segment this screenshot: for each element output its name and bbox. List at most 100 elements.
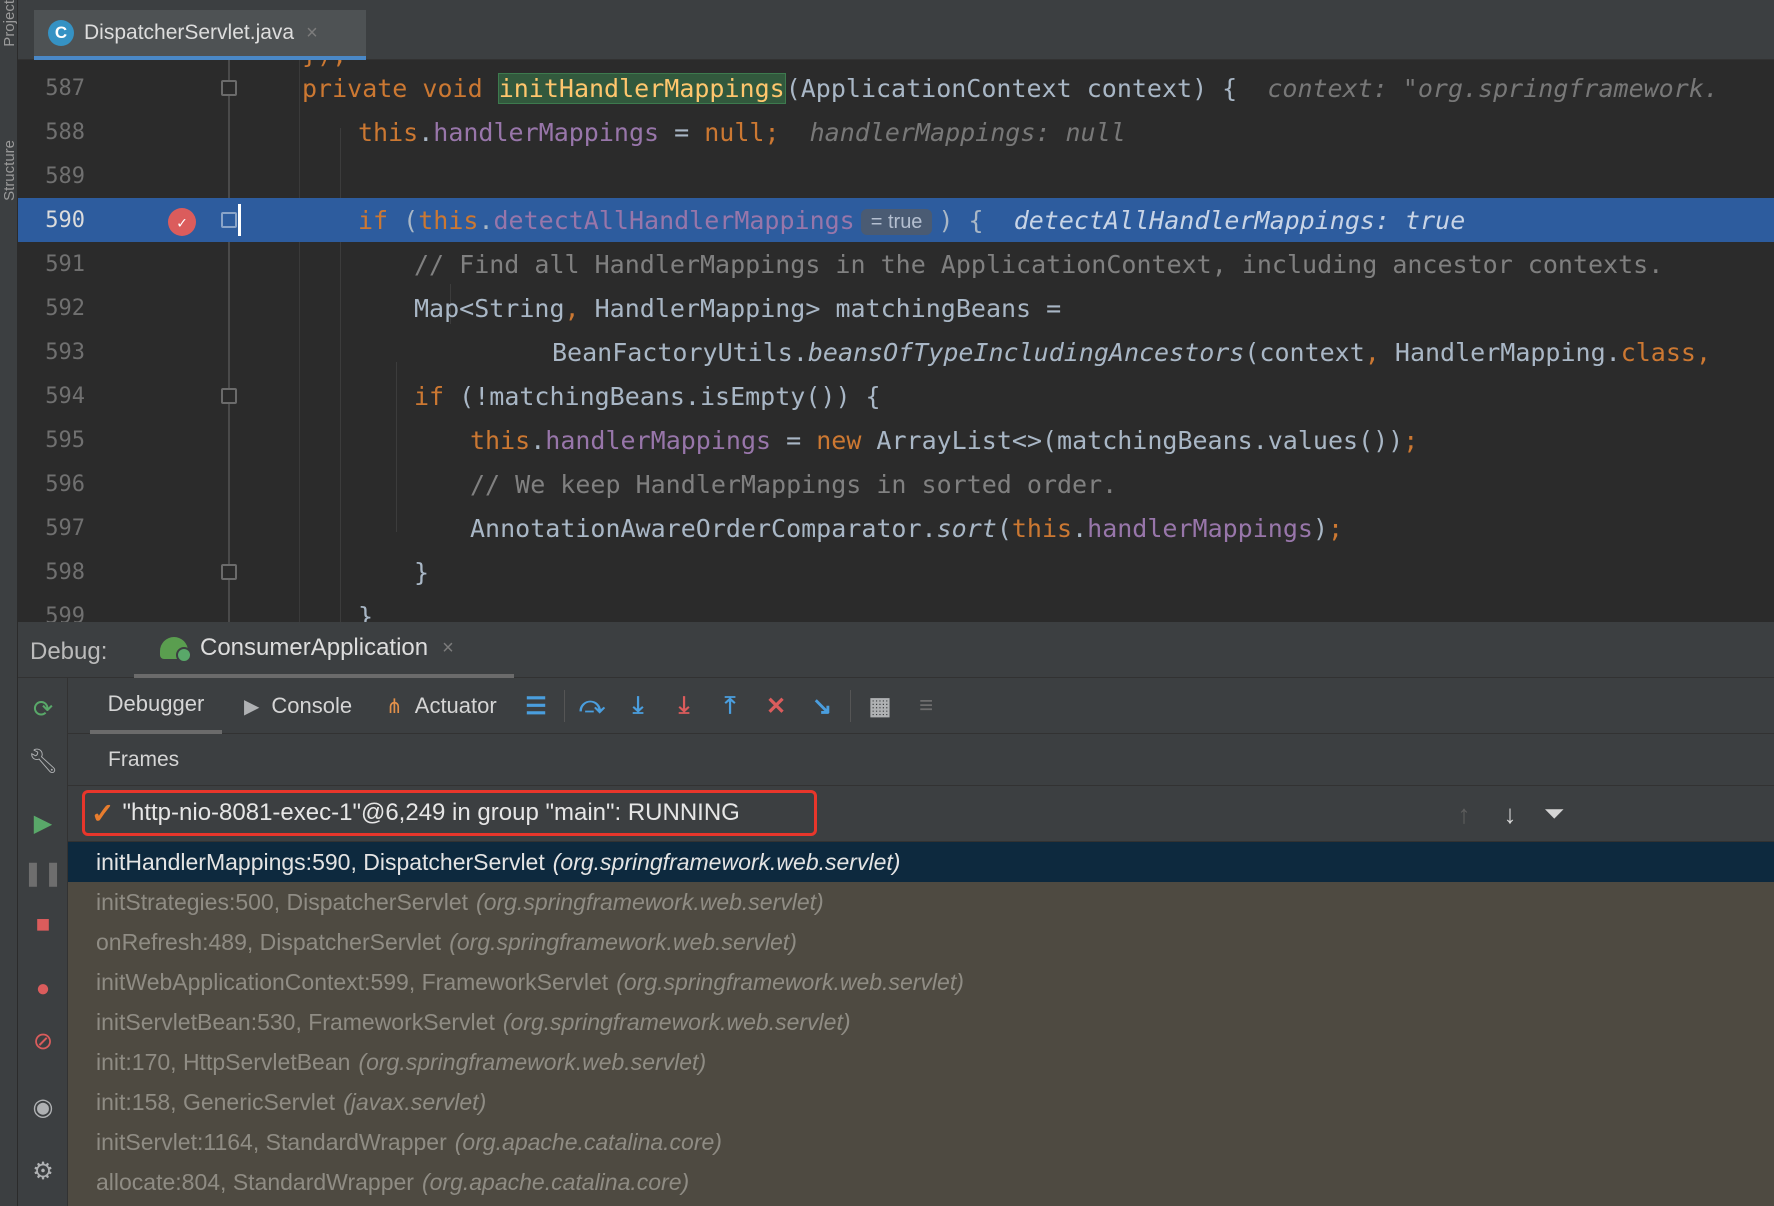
- code-text: private void initHandlerMappings(Applica…: [302, 73, 1719, 104]
- code-line: 592 Map<String, HandlerMapping> matching…: [18, 286, 1774, 330]
- check-icon: ✓: [91, 797, 115, 829]
- frame-row[interactable]: initHandlerMappings:590, DispatcherServl…: [68, 842, 1774, 882]
- step-over-icon[interactable]: ⤼: [576, 690, 608, 722]
- frame-row[interactable]: initWebApplicationContext:599, Framework…: [68, 962, 1774, 1002]
- line-number: 589: [45, 164, 85, 189]
- tab-debugger[interactable]: Debugger: [90, 678, 222, 734]
- fold-icon[interactable]: [221, 388, 237, 404]
- trace-icon[interactable]: ≡: [910, 690, 942, 722]
- frame-method: initStrategies:500, DispatcherServlet: [96, 888, 469, 915]
- view-breakpoints-icon[interactable]: ●: [26, 972, 60, 1006]
- thread-highlight-box[interactable]: ✓ "http-nio-8081-exec-1"@6,249 in group …: [82, 790, 817, 836]
- line-number: 596: [45, 472, 85, 497]
- line-number: 591: [45, 252, 85, 277]
- toolbar-separator: [564, 690, 565, 722]
- arrow-down-icon[interactable]: ↓: [1494, 798, 1526, 830]
- code-line: 598 }: [18, 550, 1774, 594]
- spring-app-icon: [160, 637, 192, 663]
- run-to-cursor-icon[interactable]: ↘: [806, 690, 838, 722]
- line-number: 593: [45, 340, 85, 365]
- breakpoint-icon[interactable]: ✓: [168, 208, 196, 236]
- code-text: if (this.detectAllHandlerMappings = true)…: [358, 206, 1466, 235]
- resume-icon[interactable]: ▶: [26, 806, 60, 840]
- code-line: 597 AnnotationAwareOrderComparator.sort(…: [18, 506, 1774, 550]
- frame-method: initHandlerMappings:590, DispatcherServl…: [96, 848, 545, 875]
- camera-icon[interactable]: ◉: [26, 1090, 60, 1124]
- toolbar-separator: [850, 690, 851, 722]
- tab-actuator[interactable]: ⋔ Actuator: [386, 678, 497, 734]
- frame-method: init:170, HttpServletBean: [96, 1048, 351, 1075]
- code-line: 594 if (!matchingBeans.isEmpty()) {: [18, 374, 1774, 418]
- actuator-icon: ⋔: [386, 695, 403, 718]
- code-line: 591 // Find all HandlerMappings in the A…: [18, 242, 1774, 286]
- frame-row[interactable]: allocate:804, StandardWrapper (org.apache…: [68, 1162, 1774, 1202]
- structure-tool-label[interactable]: Structure: [1, 140, 18, 201]
- thread-selector[interactable]: ✓ "http-nio-8081-exec-1"@6,249 in group …: [68, 786, 1774, 842]
- frame-row[interactable]: init:170, HttpServletBean (org.springfram…: [68, 1042, 1774, 1082]
- code-line: 599 }: [18, 594, 1774, 622]
- line-number: 598: [45, 560, 85, 585]
- frame-row[interactable]: initStrategies:500, DispatcherServlet (or…: [68, 882, 1774, 922]
- rerun-icon[interactable]: ⟳: [26, 692, 60, 726]
- arrow-up-icon[interactable]: ↑: [1448, 798, 1480, 830]
- drop-frame-icon[interactable]: ✕: [760, 690, 792, 722]
- code-line: 587 private void initHandlerMappings(App…: [18, 66, 1774, 110]
- fold-icon[interactable]: [221, 564, 237, 580]
- frame-method: initServletBean:530, FrameworkServlet: [96, 1008, 495, 1035]
- mute-breakpoints-icon[interactable]: ⊘: [26, 1024, 60, 1058]
- frame-method: allocate:804, StandardWrapper: [96, 1168, 414, 1195]
- evaluate-icon[interactable]: ▦: [864, 690, 896, 722]
- debug-side-toolbar: ⟳ 🔧︎ ▶ ❚❚ ■ ● ⊘ ◉ ⚙: [18, 678, 68, 1206]
- project-tool-label[interactable]: Project: [1, 0, 18, 47]
- code-line: 595 this.handlerMappings = new ArrayList…: [18, 418, 1774, 462]
- tab-console-label: Console: [271, 693, 353, 718]
- tab-console[interactable]: ▶ Console: [244, 678, 352, 734]
- frame-package: (javax.servlet): [343, 1088, 487, 1115]
- frame-row[interactable]: initServlet:1164, StandardWrapper (org.ap…: [68, 1122, 1774, 1162]
- filter-icon[interactable]: ⏷: [1538, 798, 1570, 830]
- line-number: 588: [45, 120, 85, 145]
- inline-value-badge: = true: [860, 209, 933, 235]
- code-text: if (!matchingBeans.isEmpty()) {: [414, 382, 881, 411]
- settings-icon[interactable]: ⚙: [26, 1154, 60, 1188]
- code-text: AnnotationAwareOrderComparator.sort(this…: [470, 514, 1344, 543]
- session-label: ConsumerApplication: [200, 634, 429, 661]
- wrench-icon[interactable]: 🔧︎: [26, 744, 60, 778]
- frame-row[interactable]: init:158, GenericServlet (javax.servlet): [68, 1082, 1774, 1122]
- tab-actuator-label: Actuator: [414, 693, 497, 718]
- debug-tool-window: Debug: ConsumerApplication × ⟳ 🔧︎ ▶ ❚❚ ■…: [18, 622, 1774, 1206]
- frame-package: (org.springframework.web.servlet): [552, 848, 901, 875]
- step-out-icon[interactable]: ⤒: [714, 690, 746, 722]
- frame-method: init:158, GenericServlet: [96, 1088, 336, 1115]
- line-number: 594: [45, 384, 85, 409]
- code-text: }: [358, 602, 374, 622]
- code-text: this.handlerMappings = null; handlerMapp…: [358, 118, 1126, 147]
- threads-icon[interactable]: ☰: [520, 690, 552, 722]
- frame-package: (org.apache.catalina.core): [454, 1128, 722, 1155]
- code-line: 589: [18, 154, 1774, 198]
- code-text: }: [414, 558, 430, 587]
- frame-method: onRefresh:489, DispatcherServlet: [96, 928, 442, 955]
- frame-method: initServlet:1164, StandardWrapper: [96, 1128, 447, 1155]
- fold-icon[interactable]: [221, 212, 237, 228]
- code-line: 593 BeanFactoryUtils.beansOfTypeIncludin…: [18, 330, 1774, 374]
- frames-header: Frames: [68, 734, 1774, 786]
- editor-tab-dispatcherservlet[interactable]: C DispatcherServlet.java ×: [34, 10, 366, 60]
- force-step-into-icon[interactable]: ⤓: [668, 690, 700, 722]
- step-into-icon[interactable]: ⤓: [622, 690, 654, 722]
- close-icon[interactable]: ×: [442, 637, 454, 660]
- frame-row[interactable]: onRefresh:489, DispatcherServlet (org.spr…: [68, 922, 1774, 962]
- current-execution-line: 590 ✓ if (this.detectAllHandlerMappings =…: [18, 198, 1774, 242]
- stop-icon[interactable]: ■: [26, 908, 60, 942]
- close-icon[interactable]: ×: [306, 22, 318, 45]
- console-icon: ▶: [244, 695, 260, 718]
- debug-toolbar: Debugger ▶ Console ⋔ Actuator ☰ ⤼ ⤓ ⤓ ⤒ …: [68, 678, 1774, 734]
- code-editor[interactable]: }); 587 private void initHandlerMappings…: [18, 60, 1774, 622]
- fold-icon[interactable]: [221, 80, 237, 96]
- frame-row[interactable]: initServletBean:530, FrameworkServlet (or…: [68, 1002, 1774, 1042]
- frames-label: Frames: [108, 748, 180, 771]
- thread-label: "http-nio-8081-exec-1"@6,249 in group "m…: [122, 799, 740, 826]
- pause-icon[interactable]: ❚❚: [23, 856, 63, 890]
- debug-session-tab[interactable]: ConsumerApplication ×: [134, 622, 514, 678]
- line-number: 595: [45, 428, 85, 453]
